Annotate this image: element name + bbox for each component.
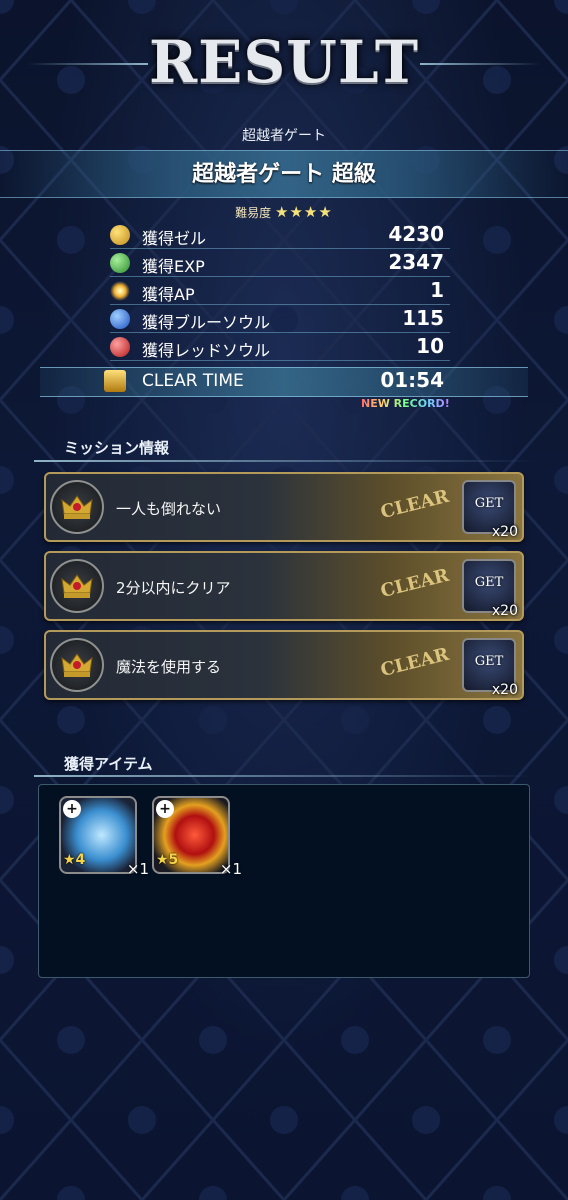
mission-text: 2分以内にクリア — [116, 579, 231, 597]
new-record-badge: NEW RECORD! — [361, 397, 450, 410]
reward-value: 115 — [402, 306, 444, 330]
crown-icon — [50, 480, 104, 534]
reward-count: x20 — [491, 524, 518, 540]
reward-count: x20 — [491, 682, 518, 698]
mission-item: 魔法を使用する CLEAR GET x20 — [44, 630, 524, 700]
item-rarity: ★5 — [156, 852, 179, 868]
mission-reward-crystal: GET x20 — [462, 638, 518, 698]
ap-spark-icon — [110, 281, 130, 301]
item-quantity: ×1 — [219, 860, 242, 878]
reward-label: 獲得レッドソウル — [142, 341, 271, 360]
mission-clear-stamp: CLEAR — [378, 564, 452, 603]
reward-value: 10 — [416, 334, 444, 358]
reward-label: 獲得EXP — [142, 257, 205, 276]
trophy-icon — [104, 370, 126, 392]
mission-item: 一人も倒れない CLEAR GET x20 — [44, 472, 524, 542]
reward-row-blue-soul: 獲得ブルーソウル 115 — [110, 306, 450, 333]
reward-label: 獲得ブルーソウル — [142, 313, 271, 332]
mission-clear-stamp: CLEAR — [378, 485, 452, 524]
blue-crystal-item-icon[interactable]: + ★4 ×1 — [59, 796, 149, 878]
reward-count: x20 — [491, 603, 518, 619]
items-title: 獲得アイテム — [64, 755, 153, 773]
reward-value: 1 — [430, 278, 444, 302]
mission-text: 一人も倒れない — [116, 500, 222, 518]
reward-value: 4230 — [388, 222, 444, 246]
clear-time-label: CLEAR TIME — [142, 371, 244, 391]
item-quantity: ×1 — [126, 860, 149, 878]
red-eye-item-icon[interactable]: + ★5 ×1 — [152, 796, 242, 878]
mission-text: 魔法を使用する — [116, 658, 222, 676]
missions-title-underline — [34, 460, 534, 462]
gate-name: 超越者ゲート — [242, 128, 326, 144]
blue-soul-icon — [110, 309, 130, 329]
red-soul-icon — [110, 337, 130, 357]
items-title-underline — [34, 775, 534, 777]
reward-get-label: GET — [474, 575, 504, 590]
plus-badge-icon: + — [156, 800, 174, 818]
reward-row-exp: 獲得EXP 2347 — [110, 250, 450, 277]
difficulty: 難易度 ★★★★ — [0, 203, 568, 221]
mission-reward-crystal: GET x20 — [462, 480, 518, 540]
clear-time-row: CLEAR TIME 01:54 — [104, 368, 450, 394]
crown-icon — [50, 559, 104, 613]
plus-badge-icon: + — [63, 800, 81, 818]
mission-item: 2分以内にクリア CLEAR GET x20 — [44, 551, 524, 621]
difficulty-stars: ★★★★ — [275, 203, 333, 221]
acquired-items-panel: + ★4 ×1 + ★5 ×1 — [38, 784, 530, 978]
reward-get-label: GET — [474, 496, 504, 511]
reward-get-label: GET — [474, 654, 504, 669]
reward-row-gil: 獲得ゼル 4230 — [110, 222, 450, 249]
reward-label: 獲得AP — [142, 285, 195, 304]
gil-coin-icon — [110, 225, 130, 245]
difficulty-label: 難易度 — [235, 206, 272, 220]
reward-label: 獲得ゼル — [142, 229, 207, 248]
item-rarity: ★4 — [63, 852, 86, 868]
reward-row-red-soul: 獲得レッドソウル 10 — [110, 334, 450, 361]
mission-clear-stamp: CLEAR — [378, 643, 452, 682]
exp-icon — [110, 253, 130, 273]
reward-value: 2347 — [388, 250, 444, 274]
reward-row-ap: 獲得AP 1 — [110, 278, 450, 305]
crown-icon — [50, 638, 104, 692]
clear-time-value: 01:54 — [380, 368, 444, 392]
missions-title: ミッション情報 — [64, 439, 170, 457]
quest-title: 超越者ゲート 超級 — [192, 162, 376, 187]
mission-reward-crystal: GET x20 — [462, 559, 518, 619]
result-title: RESULT — [148, 28, 420, 96]
